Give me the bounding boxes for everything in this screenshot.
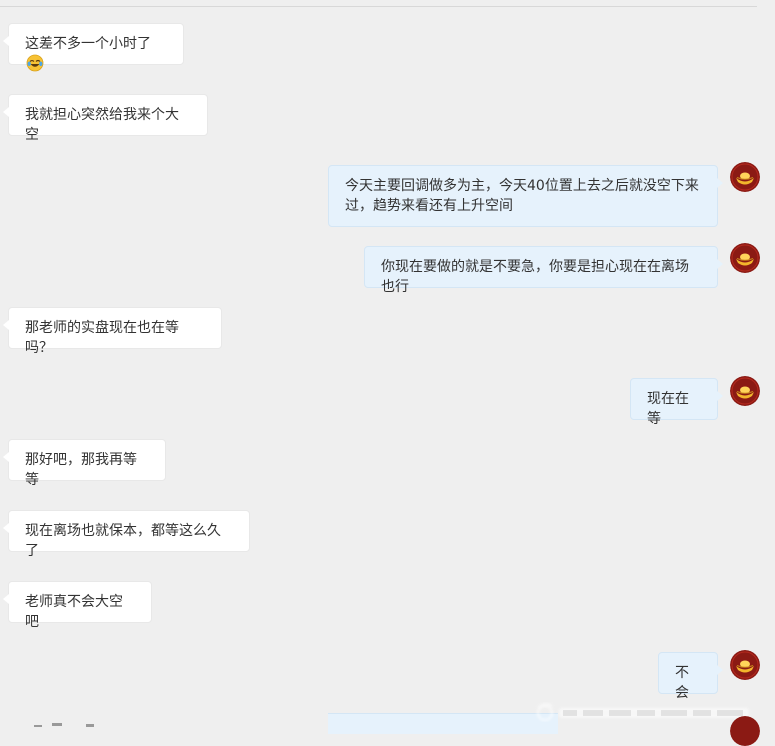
avatar[interactable] <box>730 376 760 406</box>
weibo-watermark-icon <box>536 702 749 722</box>
message-bubble-outgoing[interactable]: 现在在等 <box>630 378 723 427</box>
laughing-tears-emoji-icon <box>26 54 44 72</box>
message-text: 现在在等 <box>647 391 689 427</box>
message-text: 那老师的实盘现在也在等吗？ <box>25 320 179 356</box>
avatar[interactable] <box>730 243 760 273</box>
message-bubble-outgoing[interactable]: 不会 <box>658 652 723 701</box>
message-bubble-outgoing-partial[interactable] <box>328 713 558 734</box>
avatar[interactable] <box>730 650 760 680</box>
message-bubble-incoming[interactable]: 那老师的实盘现在也在等吗？ <box>3 307 222 356</box>
message-bubble-incoming[interactable]: 那好吧，那我再等等 <box>3 439 166 488</box>
message-text: 我就担心突然给我来个大空 <box>25 107 179 143</box>
top-divider <box>0 6 757 7</box>
cut-off-element <box>34 723 94 727</box>
message-text: 这差不多一个小时了 <box>25 36 151 52</box>
message-bubble-incoming[interactable]: 老师真不会大空吧 <box>3 581 152 630</box>
message-bubble-outgoing[interactable]: 今天主要回调做多为主，今天40位置上去之后就没空下来过，趋势来看还有上升空间 <box>328 165 723 227</box>
message-text: 你现在要做的就是不要急，你要是担心现在在离场也行 <box>381 259 689 295</box>
gold-ingot-avatar-icon <box>730 162 760 192</box>
avatar[interactable] <box>730 162 760 192</box>
message-text: 今天主要回调做多为主，今天40位置上去之后就没空下来过，趋势来看还有上升空间 <box>345 178 699 214</box>
message-bubble-incoming[interactable]: 我就担心突然给我来个大空 <box>3 94 208 143</box>
gold-ingot-avatar-icon <box>730 716 760 746</box>
gold-ingot-avatar-icon <box>730 376 760 406</box>
gold-ingot-avatar-icon <box>730 243 760 273</box>
message-bubble-incoming[interactable]: 这差不多一个小时了 <box>3 23 184 72</box>
message-bubble-outgoing[interactable]: 你现在要做的就是不要急，你要是担心现在在离场也行 <box>364 246 723 295</box>
avatar[interactable] <box>730 716 760 746</box>
message-text: 现在离场也就保本，都等这么久了 <box>25 523 221 559</box>
gold-ingot-avatar-icon <box>730 650 760 680</box>
message-text: 老师真不会大空吧 <box>25 594 123 630</box>
message-text: 那好吧，那我再等等 <box>25 452 137 488</box>
message-text: 不会 <box>675 665 689 701</box>
message-bubble-incoming[interactable]: 现在离场也就保本，都等这么久了 <box>3 510 250 559</box>
